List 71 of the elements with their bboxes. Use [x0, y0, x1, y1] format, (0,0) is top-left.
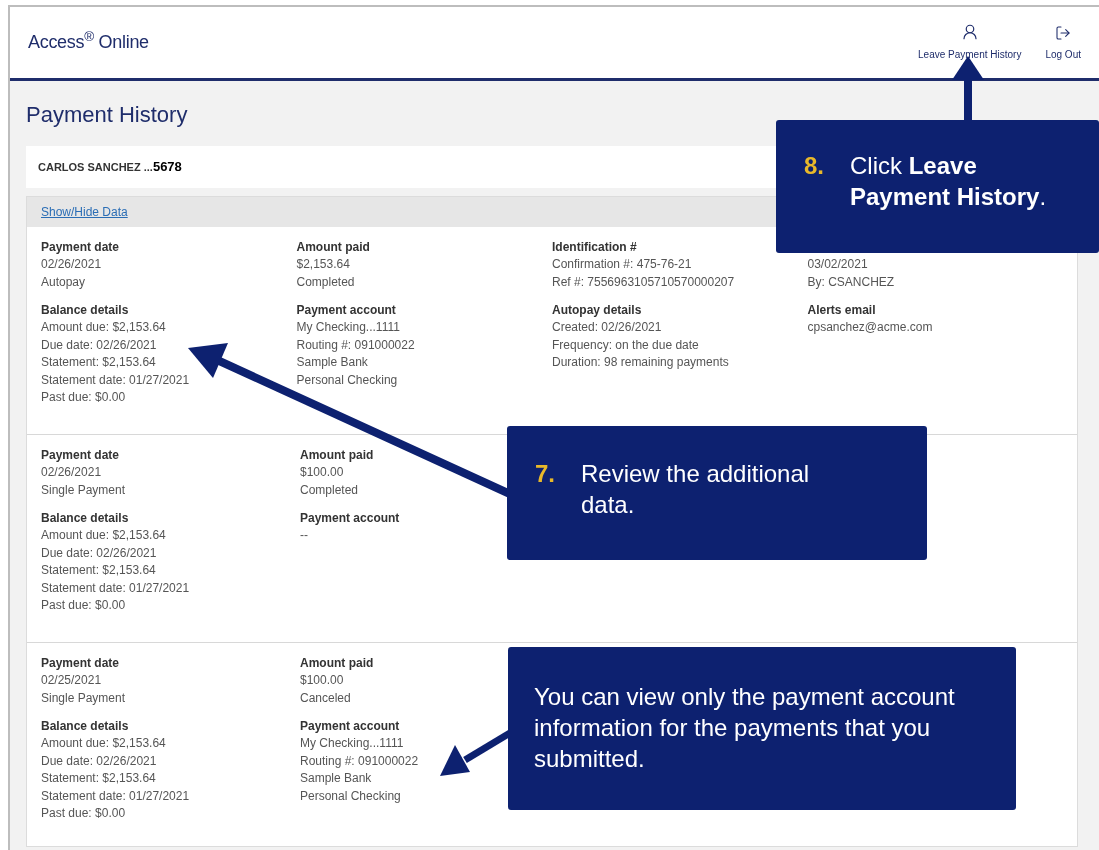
- header-action-button[interactable]: Leave Payment History: [918, 23, 1022, 62]
- field-value: Created: 02/26/2021: [552, 319, 662, 336]
- field-value: Past due: $0.00: [41, 805, 126, 822]
- field-value: My Checking...1111: [300, 735, 404, 752]
- field-value: Personal Checking: [296, 371, 398, 389]
- field-value: Completed: [296, 273, 355, 291]
- callout-box: 8. Click Leave Payment History.: [776, 120, 1099, 253]
- field-value: 02/25/2021: [41, 672, 102, 689]
- field-heading: Amount paid: [300, 447, 374, 464]
- account-name: CARLOS SANCHEZ ...: [38, 159, 153, 175]
- field-value: Sample Bank: [300, 770, 372, 787]
- field-value: --: [300, 527, 308, 544]
- field-value: Amount due: $2,153.64: [41, 527, 166, 544]
- field-value: Due date: 02/26/2021: [41, 752, 157, 770]
- field-value: Duration: 98 remaining payments: [552, 354, 729, 371]
- field-value: Due date: 02/26/2021: [41, 544, 157, 562]
- field-heading: Balance details: [41, 510, 129, 527]
- field-value: Past due: $0.00: [41, 389, 126, 406]
- field-heading: Payment date: [41, 239, 120, 256]
- field-heading: Payment account: [300, 718, 400, 735]
- field-heading: Payment account: [296, 302, 396, 319]
- field-value: Personal Checking: [300, 787, 401, 805]
- field-value: Amount due: $2,153.64: [41, 319, 166, 336]
- page-title: Payment History: [26, 101, 189, 129]
- field-value: Single Payment: [41, 689, 126, 707]
- field-value: Past due: $0.00: [41, 597, 126, 614]
- field-heading: Payment date: [41, 447, 120, 464]
- field-heading: Payment date: [41, 655, 120, 672]
- field-heading: Identification #: [552, 239, 637, 256]
- field-value: $2,153.64: [296, 256, 350, 273]
- show-hide-data-link[interactable]: Show/Hide Data: [41, 203, 128, 221]
- field-value: Ref #: 7556963105710570000207: [552, 273, 735, 291]
- field-value: Canceled: [300, 689, 351, 707]
- field-value: 02/26/2021: [41, 464, 102, 481]
- field-value: Frequency: on the due date: [552, 336, 699, 354]
- header-action-button[interactable]: Log Out: [1045, 25, 1081, 62]
- field-value: cpsanchez@acme.com: [807, 319, 933, 336]
- field-value: Statement: $2,153.64: [41, 770, 156, 787]
- field-heading: Alerts email: [807, 302, 876, 319]
- field-value: Statement date: 01/27/2021: [41, 579, 190, 597]
- user-icon: [960, 23, 979, 41]
- field-value: Amount due: $2,153.64: [41, 735, 166, 752]
- field-value: By: CSANCHEZ: [807, 273, 895, 291]
- field-value: Completed: [300, 481, 359, 499]
- field-heading: Amount paid: [296, 239, 370, 256]
- field-value: $100.00: [300, 464, 344, 481]
- field-value: Single Payment: [41, 481, 126, 499]
- field-heading: Balance details: [41, 718, 129, 735]
- field-heading: Autopay details: [552, 302, 642, 319]
- field-heading: Amount paid: [300, 655, 374, 672]
- logo: Access$^{®}$ Online: [28, 29, 149, 54]
- account-number: 5678: [152, 158, 182, 177]
- callout-box: 7. Review the additional data.: [507, 426, 927, 560]
- field-heading: Balance details: [41, 302, 129, 319]
- field-value: My Checking...1111: [296, 319, 400, 336]
- callout-box: You can view only the payment account information for the payments that you submitted.: [508, 647, 1016, 810]
- field-value: Sample Bank: [296, 354, 368, 371]
- field-value: Routing #: 091000022: [296, 336, 415, 354]
- field-value: Routing #: 091000022: [300, 752, 419, 770]
- field-value: Statement: $2,153.64: [41, 354, 156, 371]
- field-value: Statement date: 01/27/2021: [41, 371, 190, 389]
- field-value: Due date: 02/26/2021: [41, 336, 157, 354]
- field-value: $100.00: [300, 672, 344, 689]
- field-value: Autopay: [41, 273, 86, 291]
- field-value: Statement date: 01/27/2021: [41, 787, 190, 805]
- field-heading: Payment account: [300, 510, 400, 527]
- field-value: Confirmation #: 475-76-21: [552, 256, 692, 273]
- logout-icon: [1055, 25, 1072, 41]
- field-value: Statement: $2,153.64: [41, 562, 156, 579]
- field-value: 02/26/2021: [41, 256, 102, 273]
- field-value: 03/02/2021: [807, 256, 868, 273]
